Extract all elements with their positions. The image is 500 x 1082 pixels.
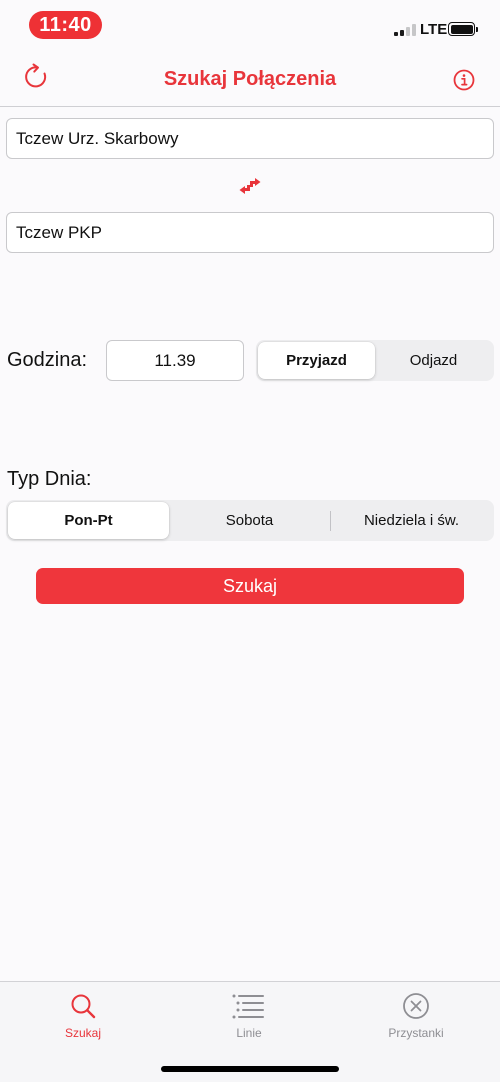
from-stop-field[interactable]: Tczew Urz. Skarbowy <box>6 118 494 159</box>
home-indicator <box>161 1066 339 1072</box>
status-time: 11:40 <box>29 11 102 39</box>
segment-pon-pt[interactable]: Pon-Pt <box>8 502 169 539</box>
to-stop-field[interactable]: Tczew PKP <box>6 212 494 253</box>
navigation-bar: Szukaj Połączenia <box>0 52 500 107</box>
tab-label-przystanki: Przystanki <box>388 1026 444 1040</box>
tab-label-szukaj: Szukaj <box>64 1026 102 1040</box>
tab-przystanki[interactable]: Przystanki <box>333 982 499 1052</box>
search-button[interactable]: Szukaj <box>36 568 464 604</box>
segment-odjazd[interactable]: Odjazd <box>375 342 492 379</box>
info-button[interactable] <box>452 68 476 92</box>
tab-linie[interactable]: Linie <box>166 982 332 1052</box>
status-bar: 11:40 LTE <box>0 0 500 52</box>
day-type-label: Typ Dnia: <box>7 468 92 490</box>
day-type-segmented-control: Pon-Pt Sobota Niedziela i św. <box>6 500 494 541</box>
battery-icon <box>448 22 478 36</box>
swap-arrows-icon <box>239 178 261 194</box>
list-icon <box>232 994 264 1019</box>
signal-icon <box>394 24 418 36</box>
segment-sobota[interactable]: Sobota <box>169 502 330 539</box>
search-icon <box>71 994 96 1019</box>
swap-button[interactable] <box>236 172 264 200</box>
time-label: Godzina: <box>7 349 88 371</box>
segment-niedziela[interactable]: Niedziela i św. <box>331 502 492 539</box>
page-title: Szukaj Połączenia <box>163 68 337 90</box>
segment-przyjazd[interactable]: Przyjazd <box>258 342 375 379</box>
time-input[interactable]: 11.39 <box>106 340 244 381</box>
tab-szukaj[interactable]: Szukaj <box>0 982 166 1052</box>
network-type: LTE <box>420 21 448 38</box>
info-icon <box>453 69 475 91</box>
close-circle-icon <box>403 993 429 1019</box>
app-screen: 11:40 LTE Szukaj Połączenia Tczew Urz. S… <box>0 0 500 1082</box>
tab-label-linie: Linie <box>236 1026 262 1040</box>
arrival-departure-segmented-control: Przyjazd Odjazd <box>256 340 494 381</box>
